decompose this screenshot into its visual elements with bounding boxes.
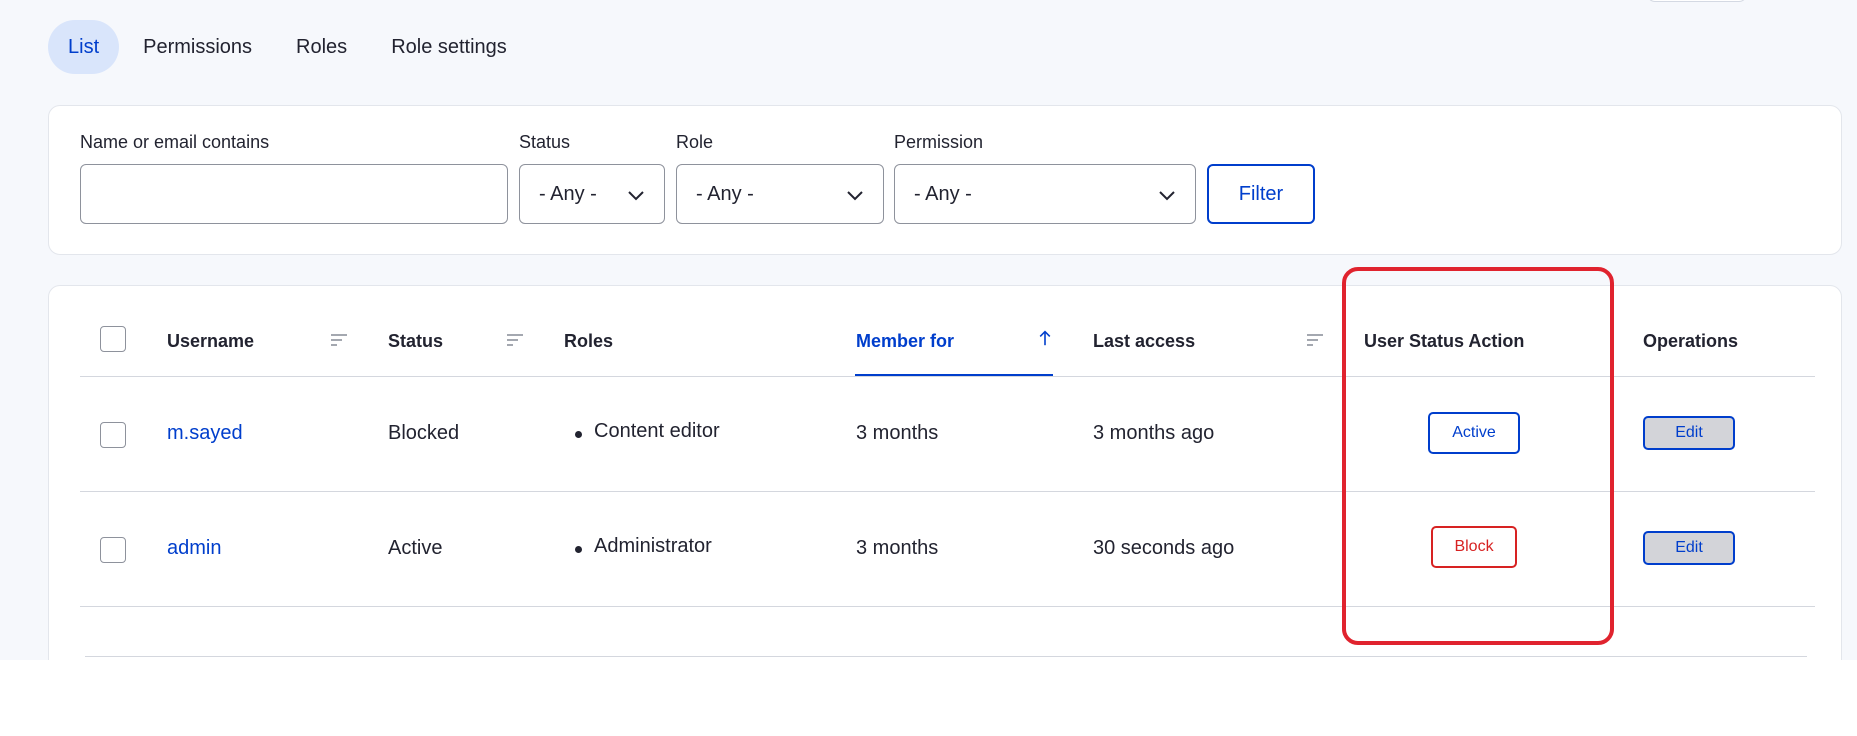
user-status: Blocked xyxy=(388,422,460,444)
chevron-down-icon xyxy=(628,191,644,201)
status-filter-label: Status xyxy=(519,132,571,152)
filter-button[interactable]: Filter xyxy=(1207,164,1315,224)
chevron-down-icon xyxy=(1159,191,1175,201)
sort-icon[interactable] xyxy=(1306,332,1324,348)
column-header-roles: Roles xyxy=(564,331,614,351)
activate-user-button[interactable]: Active xyxy=(1428,412,1520,454)
secondary-tabs: List Permissions Roles Role settings xyxy=(48,20,531,74)
status-select[interactable]: - Any - xyxy=(519,164,665,224)
column-header-last-access[interactable]: Last access xyxy=(1093,331,1195,352)
member-for: 3 months xyxy=(856,422,939,444)
name-email-input[interactable] xyxy=(80,164,508,224)
sort-icon[interactable] xyxy=(506,332,524,348)
filter-form: Name or email contains Status - Any - Ro… xyxy=(48,105,1842,255)
permission-select[interactable]: - Any - xyxy=(894,164,1196,224)
row-checkbox[interactable] xyxy=(100,422,126,448)
permission-select-value: - Any - xyxy=(914,182,972,205)
column-header-operations: Operations xyxy=(1643,331,1739,351)
row-separator xyxy=(80,491,1815,492)
header-separator xyxy=(80,376,1815,377)
edit-user-button[interactable]: Edit xyxy=(1643,531,1735,565)
role-filter-label: Role xyxy=(676,132,714,152)
tab-list[interactable]: List xyxy=(48,20,120,74)
user-role: Administrator xyxy=(594,535,712,557)
chevron-down-icon xyxy=(847,191,863,201)
select-all-checkbox[interactable] xyxy=(100,326,126,352)
tab-permissions[interactable]: Permissions xyxy=(123,20,272,74)
list-bullet xyxy=(575,431,582,438)
row-separator xyxy=(80,606,1815,607)
permission-filter-label: Permission xyxy=(894,132,984,152)
users-table: Username Status Roles Member for Last ac… xyxy=(48,285,1842,660)
member-for: 3 months xyxy=(856,537,939,559)
role-select[interactable]: - Any - xyxy=(676,164,884,224)
column-header-username[interactable]: Username xyxy=(167,331,254,352)
name-filter-label: Name or email contains xyxy=(80,132,270,152)
last-access: 30 seconds ago xyxy=(1093,537,1235,559)
status-select-value: - Any - xyxy=(539,182,597,205)
edit-user-button[interactable]: Edit xyxy=(1643,416,1735,450)
tab-role-settings[interactable]: Role settings xyxy=(371,20,527,74)
column-header-status[interactable]: Status xyxy=(388,331,443,352)
tab-roles[interactable]: Roles xyxy=(276,20,367,74)
table-bottom-separator xyxy=(85,656,1807,657)
column-header-user-status-action: User Status Action xyxy=(1364,331,1525,351)
arrow-up-icon[interactable] xyxy=(1036,330,1054,346)
username-link[interactable]: admin xyxy=(167,537,221,560)
username-link[interactable]: m.sayed xyxy=(167,422,243,445)
last-access: 3 months ago xyxy=(1093,422,1215,444)
list-bullet xyxy=(575,546,582,553)
user-status: Active xyxy=(388,537,443,559)
user-role: Content editor xyxy=(594,420,720,442)
row-checkbox[interactable] xyxy=(100,537,126,563)
top-corner-element xyxy=(1647,0,1747,2)
block-user-button[interactable]: Block xyxy=(1431,526,1517,568)
role-select-value: - Any - xyxy=(696,182,754,205)
page-area: List Permissions Roles Role settings Nam… xyxy=(0,0,1857,660)
column-header-member-for[interactable]: Member for xyxy=(856,331,954,352)
sort-icon[interactable] xyxy=(330,332,348,348)
